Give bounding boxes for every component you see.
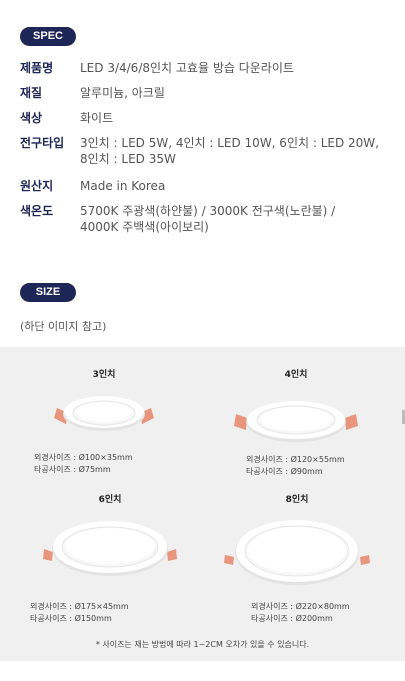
spec-label: 제품명 <box>20 61 54 75</box>
product-dimensions: 외경사이즈 : Ø100×35mm 타공사이즈 : Ø75mm <box>24 452 184 476</box>
product-dimensions: 외경사이즈 : Ø175×45mm 타공사이즈 : Ø150mm <box>30 601 190 625</box>
product-title: 8인치 <box>285 495 309 505</box>
hole-size: 타공사이즈 : Ø200mm <box>251 614 333 623</box>
product-dimensions: 외경사이즈 : Ø220×80mm 타공사이즈 : Ø200mm <box>217 601 377 625</box>
downlight-image <box>217 505 377 591</box>
product-dimensions: 외경사이즈 : Ø120×55mm 타공사이즈 : Ø90mm <box>216 454 376 478</box>
spring-clip-left <box>234 414 247 430</box>
spec-value-line: LED 3/4/6/8인치 고효율 방습 다운라이트 <box>80 61 294 75</box>
outer-size: 외경사이즈 : Ø120×55mm <box>246 455 345 464</box>
spec-value: 화이트 <box>80 110 395 126</box>
product-4inch: 4인치 외경사이즈 : Ø120×55mm 타공사이즈 : Ø90mm <box>216 367 376 478</box>
spec-value-line: 알루미늄, 아크릴 <box>80 86 165 100</box>
spec-badge: SPEC <box>20 27 76 46</box>
spec-value-line: 8인치 : LED 35W <box>80 152 176 166</box>
spec-value: 알루미늄, 아크릴 <box>80 85 395 101</box>
spec-value: Made in Korea <box>80 178 395 194</box>
spec-value-line: Made in Korea <box>80 179 166 193</box>
downlight-image <box>30 505 190 583</box>
size-footnote: * 사이즈는 재는 방법에 따라 1~2CM 오차가 있을 수 있습니다. <box>95 640 310 649</box>
spec-value-line: 4000K 주백색(아이보리) <box>80 220 209 234</box>
spec-value: LED 3/4/6/8인치 고효율 방습 다운라이트 <box>80 60 395 76</box>
downlight-image <box>216 380 376 446</box>
product-title: 3인치 <box>92 370 116 380</box>
spec-label: 전구타입 <box>20 136 65 150</box>
spec-label: 색상 <box>20 111 43 125</box>
spring-clip-left <box>43 549 53 561</box>
hole-size: 타공사이즈 : Ø75mm <box>34 465 111 474</box>
spec-value-line: 3인치 : LED 5W, 4인치 : LED 10W, 6인치 : LED 2… <box>80 136 379 150</box>
product-title: 6인치 <box>98 495 122 505</box>
downlight-image <box>24 380 184 438</box>
hole-size: 타공사이즈 : Ø150mm <box>30 614 112 623</box>
spec-label: 원산지 <box>20 179 54 193</box>
product-8inch: 8인치 외경사이즈 : Ø220×80mm 타공사이즈 : Ø200mm <box>217 492 377 625</box>
spec-value: 5700K 주광색(하얀불) / 3000K 전구색(노란불) / 4000K … <box>80 203 395 235</box>
spec-value-line: 5700K 주광색(하얀불) / 3000K 전구색(노란불) / <box>80 204 336 218</box>
spec-label: 색온도 <box>20 204 54 218</box>
spring-clip-right <box>345 414 358 430</box>
product-title: 4인치 <box>284 370 308 380</box>
spec-label: 재질 <box>20 86 43 100</box>
outer-size: 외경사이즈 : Ø100×35mm <box>34 453 133 462</box>
spring-clip-right <box>360 555 370 565</box>
outer-size: 외경사이즈 : Ø220×80mm <box>251 602 350 611</box>
product-6inch: 6인치 외경사이즈 : Ø175×45mm 타공사이즈 : Ø150mm <box>30 492 190 625</box>
size-badge: SIZE <box>20 283 76 302</box>
spec-value-line: 화이트 <box>80 111 114 125</box>
outer-size: 외경사이즈 : Ø175×45mm <box>30 602 129 611</box>
size-note: (하단 이미지 참고) <box>20 320 107 333</box>
spring-clip-right <box>167 549 177 561</box>
size-panel: 3인치 외경사이즈 : Ø100×35mm 타공사이즈 : Ø75mm 4인치 <box>0 347 405 661</box>
spring-clip-left <box>224 555 234 565</box>
product-3inch: 3인치 외경사이즈 : Ø100×35mm 타공사이즈 : Ø75mm <box>24 367 184 476</box>
hole-size: 타공사이즈 : Ø90mm <box>246 467 323 476</box>
spec-value: 3인치 : LED 5W, 4인치 : LED 10W, 6인치 : LED 2… <box>80 135 395 167</box>
